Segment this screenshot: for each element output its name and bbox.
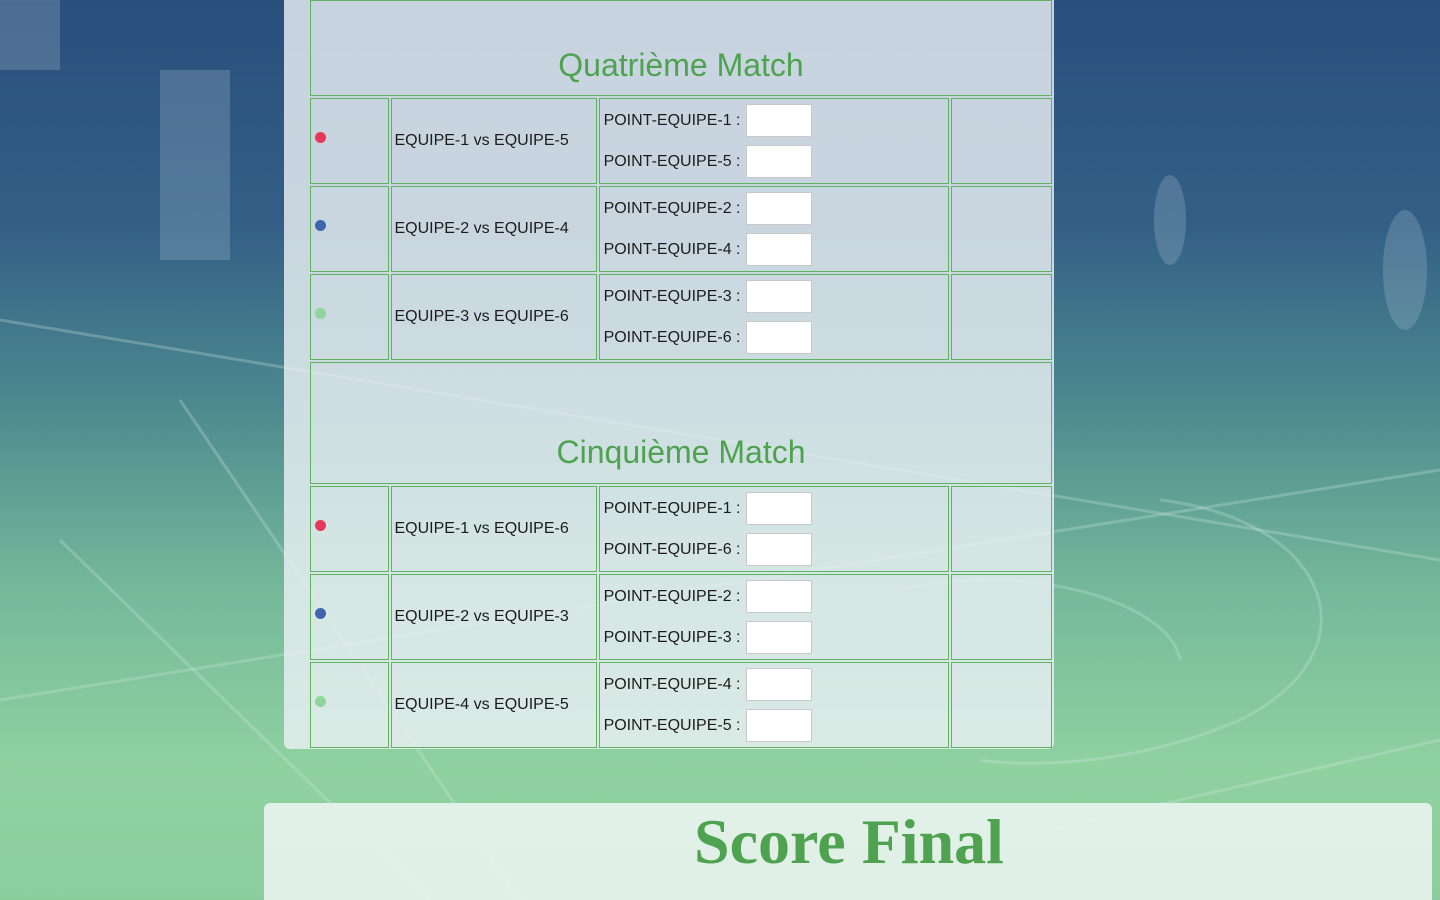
matchup-label: EQUIPE-1 vs EQUIPE-6: [391, 486, 597, 572]
point-row: POINT-EQUIPE-6 :: [600, 317, 948, 358]
final-score-panel: Score Final: [264, 803, 1432, 900]
point-row: POINT-EQUIPE-1 :: [600, 100, 948, 141]
matchup-label: EQUIPE-3 vs EQUIPE-6: [391, 274, 597, 360]
point-label: POINT-EQUIPE-2 :: [603, 587, 741, 605]
section-header: Cinquième Match: [310, 362, 1052, 484]
points-cell: POINT-EQUIPE-2 : POINT-EQUIPE-3 :: [598, 574, 949, 660]
team-color-dot-icon: [315, 696, 326, 707]
matchup-label: EQUIPE-2 vs EQUIPE-4: [391, 186, 597, 272]
result-cell: [950, 486, 1052, 572]
team-color-cell: [310, 486, 390, 572]
result-cell: [950, 274, 1052, 360]
point-row: POINT-EQUIPE-4 :: [600, 664, 948, 705]
point-row: POINT-EQUIPE-4 :: [600, 229, 948, 270]
point-label: POINT-EQUIPE-3 :: [603, 628, 741, 646]
match-row: EQUIPE-4 vs EQUIPE-5 POINT-EQUIPE-4 : POIN…: [310, 662, 1052, 748]
team-color-cell: [310, 186, 390, 272]
point-input[interactable]: [745, 233, 812, 266]
section-title: Quatrième Match: [558, 46, 804, 83]
points-cell: POINT-EQUIPE-2 : POINT-EQUIPE-4 :: [598, 186, 949, 272]
point-input[interactable]: [745, 580, 812, 613]
point-input[interactable]: [745, 145, 812, 178]
matchup-label: EQUIPE-1 vs EQUIPE-5: [391, 98, 597, 184]
match-row: EQUIPE-2 vs EQUIPE-3 POINT-EQUIPE-2 : POIN…: [310, 574, 1052, 660]
result-cell: [950, 186, 1052, 272]
match-row: EQUIPE-1 vs EQUIPE-5 POINT-EQUIPE-1 : POIN…: [310, 98, 1052, 184]
point-row: POINT-EQUIPE-2 :: [600, 576, 948, 617]
section-title: Cinquième Match: [556, 433, 806, 470]
points-cell: POINT-EQUIPE-4 : POINT-EQUIPE-5 :: [598, 662, 949, 748]
point-label: POINT-EQUIPE-1 :: [603, 499, 741, 517]
point-label: POINT-EQUIPE-1 :: [603, 111, 741, 129]
result-cell: [950, 662, 1052, 748]
team-color-cell: [310, 662, 390, 748]
team-color-dot-icon: [315, 608, 326, 619]
point-label: POINT-EQUIPE-2 :: [603, 199, 741, 217]
matchup-label: EQUIPE-4 vs EQUIPE-5: [391, 662, 597, 748]
result-cell: [950, 98, 1052, 184]
team-color-dot-icon: [315, 220, 326, 231]
match-row: EQUIPE-1 vs EQUIPE-6 POINT-EQUIPE-1 : POIN…: [310, 486, 1052, 572]
point-input[interactable]: [745, 709, 812, 742]
points-cell: POINT-EQUIPE-3 : POINT-EQUIPE-6 :: [598, 274, 949, 360]
point-row: POINT-EQUIPE-3 :: [600, 276, 948, 317]
point-input[interactable]: [745, 533, 812, 566]
team-color-cell: [310, 98, 390, 184]
point-label: POINT-EQUIPE-5 :: [603, 716, 741, 734]
point-input[interactable]: [745, 192, 812, 225]
point-label: POINT-EQUIPE-3 :: [603, 287, 741, 305]
point-label: POINT-EQUIPE-4 :: [603, 675, 741, 693]
point-row: POINT-EQUIPE-3 :: [600, 617, 948, 658]
point-row: POINT-EQUIPE-5 :: [600, 141, 948, 182]
team-color-cell: [310, 574, 390, 660]
point-label: POINT-EQUIPE-5 :: [603, 152, 741, 170]
point-label: POINT-EQUIPE-6 :: [603, 328, 741, 346]
point-input[interactable]: [745, 321, 812, 354]
point-label: POINT-EQUIPE-4 :: [603, 240, 741, 258]
team-color-cell: [310, 274, 390, 360]
point-input[interactable]: [745, 621, 812, 654]
point-label: POINT-EQUIPE-6 :: [603, 540, 741, 558]
points-cell: POINT-EQUIPE-1 : POINT-EQUIPE-6 :: [598, 486, 949, 572]
point-row: POINT-EQUIPE-5 :: [600, 705, 948, 746]
match-row: EQUIPE-3 vs EQUIPE-6 POINT-EQUIPE-3 : POIN…: [310, 274, 1052, 360]
point-row: POINT-EQUIPE-6 :: [600, 529, 948, 570]
match-table: Quatrième Match EQUIPE-1 vs EQUIPE-5 POINT…: [308, 0, 1054, 750]
match-panel: Quatrième Match EQUIPE-1 vs EQUIPE-5 POINT…: [284, 0, 1054, 749]
match-row: EQUIPE-2 vs EQUIPE-4 POINT-EQUIPE-2 : POIN…: [310, 186, 1052, 272]
section-header: Quatrième Match: [310, 0, 1052, 96]
point-input[interactable]: [745, 668, 812, 701]
team-color-dot-icon: [315, 520, 326, 531]
point-row: POINT-EQUIPE-1 :: [600, 488, 948, 529]
team-color-dot-icon: [315, 132, 326, 143]
final-score-title: Score Final: [694, 806, 1004, 877]
team-color-dot-icon: [315, 308, 326, 319]
matchup-label: EQUIPE-2 vs EQUIPE-3: [391, 574, 597, 660]
point-input[interactable]: [745, 492, 812, 525]
point-input[interactable]: [745, 280, 812, 313]
point-row: POINT-EQUIPE-2 :: [600, 188, 948, 229]
point-input[interactable]: [745, 104, 812, 137]
result-cell: [950, 574, 1052, 660]
points-cell: POINT-EQUIPE-1 : POINT-EQUIPE-5 :: [598, 98, 949, 184]
